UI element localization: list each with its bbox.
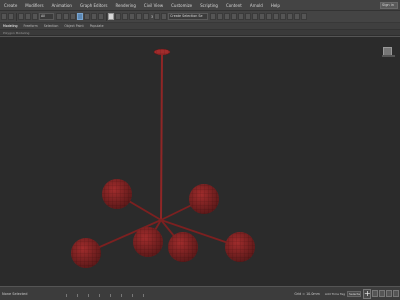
- render-cloud-icon[interactable]: [280, 13, 287, 20]
- menu-animation[interactable]: Animation: [48, 0, 76, 11]
- reference-coord-icon[interactable]: [108, 13, 114, 20]
- menu-scripting[interactable]: Scripting: [196, 0, 222, 11]
- grid-size-readout: Grid = 10.0mm: [294, 291, 320, 296]
- center-rod: [160, 53, 163, 221]
- select-object-icon[interactable]: [56, 13, 62, 20]
- globe-lamp: [189, 184, 219, 214]
- named-selection-dropdown[interactable]: Create Selection Se: [168, 13, 209, 20]
- menu-create[interactable]: Create: [0, 0, 21, 11]
- menu-customize[interactable]: Customize: [167, 0, 196, 11]
- place-icon[interactable]: [98, 13, 104, 20]
- globe-lamp: [102, 179, 132, 209]
- ribbon-tabs: Modeling Freeform Selection Object Paint…: [0, 23, 400, 30]
- toolbar-divider: [106, 12, 107, 21]
- add-time-tag-button[interactable]: Add Time Tag: [323, 292, 347, 296]
- mirror-icon[interactable]: [210, 13, 217, 20]
- globe-lamp: [71, 238, 101, 268]
- maximize-viewport-icon[interactable]: [393, 290, 399, 297]
- select-by-name-icon[interactable]: [63, 13, 69, 20]
- select-rotate-icon[interactable]: [84, 13, 90, 20]
- key-filter-dropdown[interactable]: Selected: [347, 290, 361, 297]
- orbit-icon[interactable]: [386, 290, 392, 297]
- timeline-tick: [99, 293, 100, 297]
- select-move-icon[interactable]: [77, 13, 83, 20]
- tab-selection[interactable]: Selection: [41, 24, 62, 28]
- tab-modeling[interactable]: Modeling: [0, 24, 21, 28]
- ribbon-panel-label[interactable]: Polygon Modeling: [0, 31, 32, 35]
- timeline-tick: [110, 293, 111, 297]
- toggle-ribbon-icon[interactable]: [231, 13, 238, 20]
- snap-toggle-icon[interactable]: [136, 13, 142, 20]
- undo-icon[interactable]: [1, 13, 7, 20]
- main-toolbar: All 3 Create Selection Se: [0, 11, 400, 23]
- spinner-snap-icon[interactable]: [161, 13, 168, 20]
- globe-lamp: [133, 227, 163, 257]
- menu-rendering[interactable]: Rendering: [111, 0, 139, 11]
- timeline-ruler[interactable]: [60, 291, 291, 297]
- arnold-render-icon[interactable]: [294, 13, 301, 20]
- schematic-view-icon[interactable]: [245, 13, 252, 20]
- timeline-tick: [121, 293, 122, 297]
- menu-civil-view[interactable]: Civil View: [140, 0, 167, 11]
- render-setup-icon[interactable]: [259, 13, 266, 20]
- angle-snap-icon[interactable]: [143, 13, 149, 20]
- menu-modifiers[interactable]: Modifiers: [21, 0, 47, 11]
- zoom-icon[interactable]: [372, 290, 378, 297]
- unlink-icon[interactable]: [25, 13, 31, 20]
- selection-filter-dropdown[interactable]: All: [39, 13, 54, 20]
- timeline-tick: [66, 293, 67, 297]
- keyboard-shortcut-icon[interactable]: [129, 13, 135, 20]
- menu-content[interactable]: Content: [222, 0, 246, 11]
- menu-graph-editors[interactable]: Graph Editors: [76, 0, 111, 11]
- selection-status: None Selected: [2, 291, 28, 296]
- layer-explorer-icon[interactable]: [224, 13, 231, 20]
- percent-snap-icon[interactable]: [154, 13, 161, 20]
- globe-lamp: [168, 232, 198, 262]
- bind-space-warp-icon[interactable]: [32, 13, 38, 20]
- menu-bar: Create Modifiers Animation Graph Editors…: [0, 0, 400, 11]
- timeline-tick: [143, 293, 144, 297]
- select-manipulate-icon[interactable]: [122, 13, 128, 20]
- tab-object-paint[interactable]: Object Paint: [61, 24, 86, 28]
- pivot-center-icon[interactable]: [115, 13, 121, 20]
- tab-populate[interactable]: Populate: [87, 24, 107, 28]
- timeline-tick: [132, 293, 133, 297]
- status-bar: None Selected Grid = 10.0mm Add Time Tag…: [0, 286, 400, 300]
- material-editor-icon[interactable]: [252, 13, 259, 20]
- angle-snap-value: 3: [151, 14, 154, 19]
- chandelier-model: [71, 48, 255, 268]
- a360-gallery-icon[interactable]: [287, 13, 294, 20]
- curve-editor-icon[interactable]: [238, 13, 245, 20]
- redo-icon[interactable]: [8, 13, 14, 20]
- timeline-tick: [88, 293, 89, 297]
- select-scale-icon[interactable]: [91, 13, 97, 20]
- render-production-icon[interactable]: [273, 13, 280, 20]
- timeline-tick: [77, 293, 78, 297]
- tab-freeform[interactable]: Freeform: [21, 24, 41, 28]
- menu-arnold[interactable]: Arnold: [246, 0, 267, 11]
- perspective-viewport[interactable]: [0, 36, 400, 286]
- align-icon[interactable]: [217, 13, 224, 20]
- add-key-icon[interactable]: +: [363, 288, 371, 299]
- menu-help[interactable]: Help: [267, 0, 284, 11]
- link-icon[interactable]: [18, 13, 24, 20]
- globe-lamp: [225, 232, 255, 262]
- folder-icon[interactable]: [301, 13, 308, 20]
- region-select-icon[interactable]: [70, 13, 76, 20]
- sign-in-button[interactable]: Sign in: [380, 1, 398, 9]
- pan-icon[interactable]: [379, 290, 385, 297]
- rendered-frame-window-icon[interactable]: [266, 13, 273, 20]
- viewcube-icon[interactable]: [382, 47, 395, 57]
- toolbar-divider: [16, 12, 17, 21]
